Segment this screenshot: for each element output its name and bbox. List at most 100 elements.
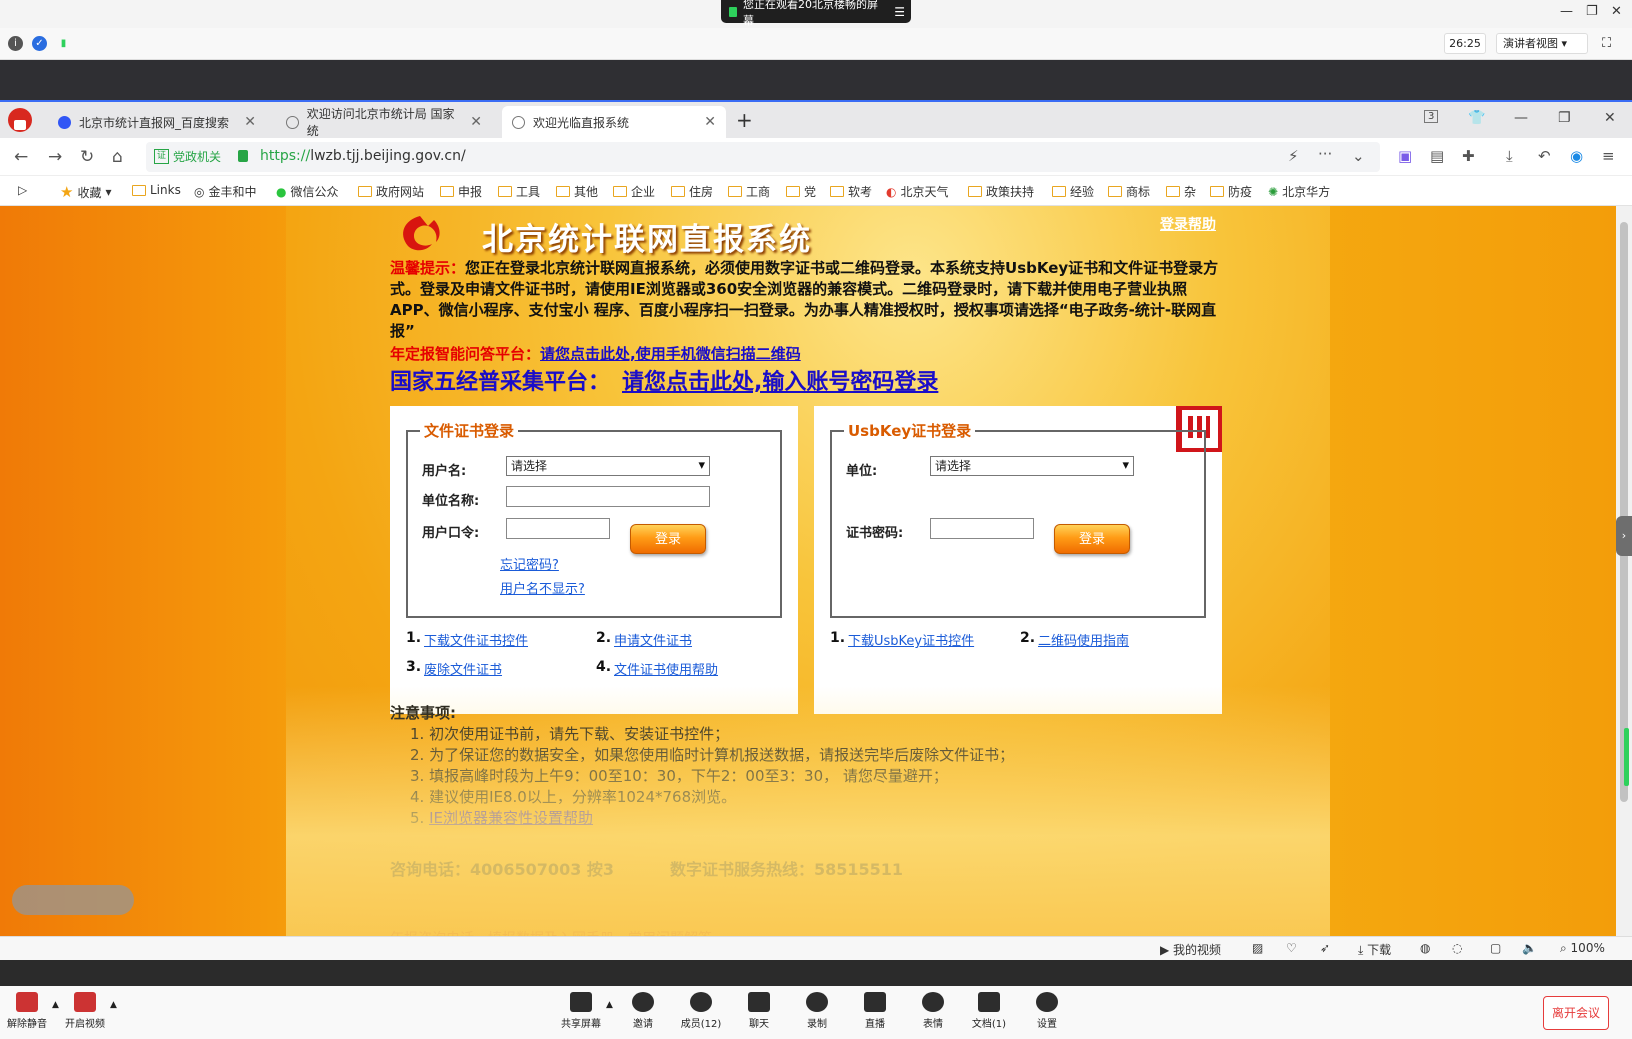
url-text[interactable]: https://lwzb.tjj.beijing.gov.cn/: [260, 148, 466, 164]
download-usbkey-control-link[interactable]: 下载UsbKey证书控件: [848, 630, 974, 649]
bookmark-folder[interactable]: 政策扶持: [968, 183, 1034, 200]
forgot-password-link[interactable]: 忘记密码?: [500, 554, 559, 573]
menu-icon[interactable]: ≡: [1602, 147, 1615, 165]
bookmark-folder[interactable]: 其他: [556, 183, 598, 200]
speaker-view-button[interactable]: 演讲者视图 ▾: [1496, 33, 1588, 54]
screen-share-banner[interactable]: 您正在观看20北京楼畅的屏幕 ☰: [721, 0, 911, 27]
username-missing-link[interactable]: 用户名不显示?: [500, 578, 585, 597]
qr-guide-link[interactable]: 二维码使用指南: [1038, 630, 1129, 649]
bookmark-folder[interactable]: 企业: [613, 183, 655, 200]
heart-icon[interactable]: ♡: [1286, 941, 1297, 955]
address-bar[interactable]: 证党政机关 https://lwzb.tjj.beijing.gov.cn/ ⚡…: [146, 142, 1380, 172]
my-video-button[interactable]: ▶ 我的视频: [1160, 941, 1221, 958]
caret-up-icon[interactable]: ▲: [52, 1000, 59, 1010]
unit-name-input[interactable]: [506, 486, 710, 507]
apply-file-cert-link[interactable]: 申请文件证书: [614, 630, 692, 649]
usbkey-login-button[interactable]: 登录: [1054, 524, 1130, 554]
browser-sync-icon[interactable]: ◉: [1570, 147, 1583, 165]
zoom-control[interactable]: ⌕ 100%: [1560, 941, 1605, 956]
cert-pin-input[interactable]: [930, 518, 1034, 539]
bookmark-folder[interactable]: 工具: [498, 183, 540, 200]
volume-icon[interactable]: 🔈: [1522, 941, 1537, 955]
reactions-button[interactable]: 表情: [910, 992, 956, 1030]
caret-up-icon[interactable]: ▲: [606, 1000, 613, 1010]
signal-icon[interactable]: ▮: [56, 36, 71, 51]
cleanup-icon[interactable]: ◌: [1452, 941, 1462, 955]
new-tab-icon[interactable]: +: [736, 108, 753, 132]
scroll-thumb[interactable]: [1620, 222, 1628, 802]
record-button[interactable]: 录制: [794, 992, 840, 1030]
bookmark-weather[interactable]: ◐ 北京天气: [886, 183, 949, 200]
shield-icon[interactable]: ✓: [32, 36, 47, 51]
file-cert-login-button[interactable]: 登录: [630, 524, 706, 554]
bookmark-folder[interactable]: 商标: [1108, 183, 1150, 200]
unit-select[interactable]: 请选择: [930, 456, 1134, 476]
caret-up-icon[interactable]: ▲: [110, 1000, 117, 1010]
restore-icon[interactable]: ❐: [1586, 4, 1598, 19]
fullscreen-icon[interactable]: ⛶: [1602, 36, 1611, 51]
restore-icon[interactable]: ❐: [1558, 110, 1571, 126]
bookmark-folder[interactable]: 工商: [728, 183, 770, 200]
bookmark-folder[interactable]: 杂: [1166, 183, 1196, 200]
tab-count-badge[interactable]: 3: [1424, 110, 1439, 123]
reader-icon[interactable]: ▤: [1430, 147, 1444, 165]
minimize-icon[interactable]: —: [1514, 110, 1528, 126]
more-icon[interactable]: ···: [1318, 145, 1332, 163]
unmute-button[interactable]: 解除静音: [4, 992, 50, 1030]
extension-icon[interactable]: ✚: [1462, 147, 1475, 165]
menu-icon[interactable]: ☰: [894, 5, 905, 19]
download-file-cert-control-link[interactable]: 下载文件证书控件: [424, 630, 528, 649]
revoke-file-cert-link[interactable]: 废除文件证书: [424, 659, 502, 678]
back-icon[interactable]: ←: [14, 147, 28, 167]
settings-button[interactable]: 设置: [1024, 992, 1070, 1030]
bookmark-folder[interactable]: 防疫: [1210, 183, 1252, 200]
ie-compat-help-link[interactable]: IE浏览器兼容性设置帮助: [429, 809, 593, 827]
bookmark-folder[interactable]: 住房: [671, 183, 713, 200]
shirt-icon[interactable]: 👕: [1468, 110, 1485, 126]
bookmark-folder[interactable]: 经验: [1052, 183, 1094, 200]
bookmark-folder[interactable]: 软考: [830, 183, 872, 200]
invite-button[interactable]: 邀请: [620, 992, 666, 1030]
tab-close-icon[interactable]: ✕: [470, 114, 482, 130]
translate-icon[interactable]: ▣: [1398, 147, 1412, 165]
image-icon[interactable]: ▨: [1252, 941, 1263, 955]
floating-toolbar[interactable]: [12, 885, 134, 915]
file-cert-help-link[interactable]: 文件证书使用帮助: [614, 659, 718, 678]
bookmark-folder[interactable]: 政府网站: [358, 183, 424, 200]
chat-button[interactable]: 聊天: [736, 992, 782, 1030]
start-video-button[interactable]: 开启视频: [62, 992, 108, 1030]
home-icon[interactable]: ⌂: [112, 147, 123, 167]
bookmark-item[interactable]: ◎ 金丰和中: [194, 183, 257, 200]
bookmark-links[interactable]: Links: [132, 183, 181, 197]
sidebar-toggle-icon[interactable]: ▷: [18, 183, 27, 197]
lightning-icon[interactable]: ⚡: [1288, 147, 1299, 165]
download-button[interactable]: ⤓ 下载: [1358, 941, 1391, 958]
qa-link[interactable]: 请您点击此处,使用手机微信扫描二维码: [540, 345, 801, 363]
resources-links-partial[interactable]: 年报咨询电话、填报数据及入网手册、常用问题解答: [390, 928, 712, 936]
minimize-icon[interactable]: —: [1560, 4, 1573, 19]
bookmark-folder[interactable]: 申报: [440, 183, 482, 200]
tab-close-icon[interactable]: ✕: [704, 114, 716, 130]
census-link[interactable]: 请您点击此处,输入账号密码登录: [622, 370, 938, 395]
docs-button[interactable]: 文档(1): [966, 992, 1012, 1030]
tab-stats-bureau[interactable]: 欢迎访问北京市统计局 国家统 ✕: [276, 106, 492, 138]
info-icon[interactable]: i: [8, 36, 23, 51]
members-button[interactable]: 成员(12): [678, 992, 724, 1030]
page-scrollbar[interactable]: [1616, 206, 1632, 936]
leave-meeting-button[interactable]: 离开会议: [1543, 996, 1609, 1030]
tab-direct-report[interactable]: 欢迎光临直报系统 ✕: [502, 106, 726, 138]
forward-icon[interactable]: →: [48, 147, 62, 167]
incognito-icon[interactable]: ◍: [1420, 941, 1430, 955]
share-screen-button[interactable]: 共享屏幕: [558, 992, 604, 1030]
tab-baidu-search[interactable]: 北京市统计直报网_百度搜索 ✕: [48, 106, 266, 138]
chevron-down-icon[interactable]: ⌄: [1352, 147, 1365, 165]
rocket-icon[interactable]: ➶: [1320, 941, 1330, 955]
window-icon[interactable]: ▢: [1490, 941, 1501, 955]
bookmark-folder[interactable]: 党: [786, 183, 816, 200]
username-select[interactable]: 请选择: [506, 456, 710, 476]
bookmark-item[interactable]: ✺ 北京华方: [1268, 183, 1330, 200]
close-icon[interactable]: ✕: [1611, 4, 1622, 19]
undo-icon[interactable]: ↶: [1538, 147, 1551, 165]
live-button[interactable]: 直播: [852, 992, 898, 1030]
browser-logo-icon[interactable]: [8, 108, 32, 132]
